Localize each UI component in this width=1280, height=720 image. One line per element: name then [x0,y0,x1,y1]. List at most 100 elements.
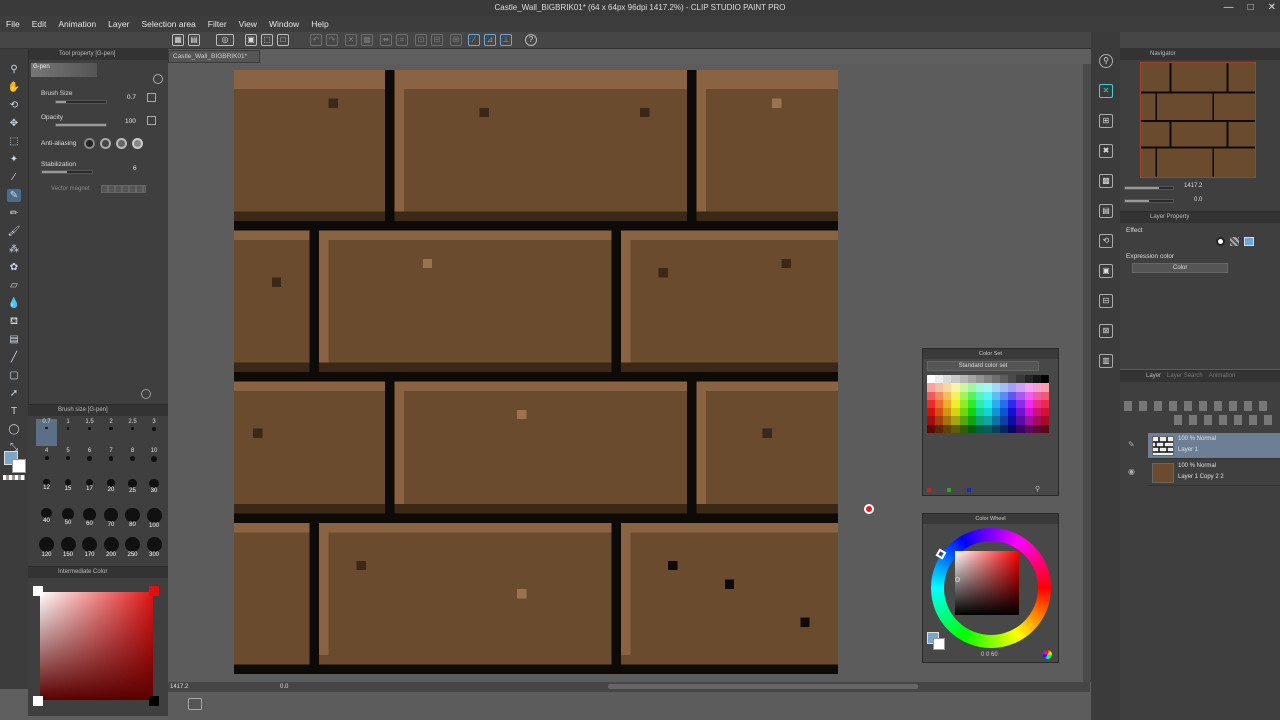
swatch-replace-icon[interactable] [947,488,951,492]
brush-size-option[interactable]: 170 [79,535,100,562]
brush-size-option[interactable]: 3 [144,419,165,446]
color-swatch[interactable] [1032,391,1041,400]
gradient-tool-icon[interactable]: ▤ [7,333,21,346]
color-swatch[interactable] [983,391,993,400]
corner-color-bottom-right[interactable] [149,696,159,706]
menu-edit[interactable]: Edit [26,16,53,32]
color-swatch[interactable] [943,391,952,400]
layer-toolbar[interactable] [1124,401,1274,411]
rotate-tool-icon[interactable]: ⟲ [7,99,21,112]
wrench-icon[interactable] [141,389,151,399]
visibility-eye-icon[interactable]: ◉ [1128,467,1135,476]
menu-help[interactable]: Help [305,16,334,32]
brush-size-option[interactable]: 40 [36,506,57,533]
menu-view[interactable]: View [233,16,263,32]
brush-size-option[interactable]: 0.7 [36,419,57,446]
color-swatch[interactable] [1008,391,1017,400]
operation-tool-icon[interactable]: ➚ [7,387,21,400]
color-swatch[interactable] [1024,424,1033,433]
color-swatch[interactable] [1000,424,1009,433]
brush-tool-icon[interactable]: 🖌 [7,225,21,238]
pencil-tool-icon[interactable]: ✏ [7,207,21,220]
menu-animation[interactable]: Animation [52,16,102,32]
color-swatch[interactable] [1032,399,1041,409]
color-swatch[interactable] [935,408,944,417]
saturation-value-square[interactable] [955,551,1019,615]
brush-size-option[interactable]: 4 [36,448,57,475]
brush-size-option[interactable]: 250 [122,535,143,562]
color-swatch[interactable] [1008,408,1017,417]
color-swatch[interactable] [983,399,993,409]
color-swatch[interactable] [927,391,936,400]
wheel-sub-color[interactable] [933,638,945,650]
color-swatch[interactable] [1008,375,1017,384]
color-swatch[interactable] [975,383,984,392]
brush-size-settings-icon[interactable] [147,93,156,102]
brush-size-option[interactable]: 8 [122,448,143,475]
color-swatch[interactable] [1024,399,1033,409]
color-swatch[interactable] [992,375,1001,384]
transparent-color-swatch[interactable] [3,475,25,480]
redo-icon[interactable]: ↷ [326,34,338,46]
color-swatch[interactable] [992,383,1001,392]
brush-size-option[interactable]: 60 [79,506,100,533]
color-swatch[interactable] [959,383,968,392]
snap-grid-icon[interactable]: ⊥ [500,34,512,46]
tab-layer-search[interactable]: Layer Search [1167,371,1203,382]
color-swatch[interactable] [1024,383,1033,392]
color-swatch[interactable] [983,383,993,392]
color-swatch[interactable] [959,424,968,433]
color-swatch[interactable] [967,383,976,392]
color-swatch[interactable] [975,391,984,400]
menu-filter[interactable]: Filter [202,16,233,32]
color-swatch[interactable] [1040,408,1049,417]
color-swatch[interactable] [975,399,984,409]
brush-size-option[interactable]: 5 [58,448,79,475]
brush-size-option[interactable]: 25 [122,477,143,504]
auto-action-icon[interactable]: ▣ [1099,264,1113,278]
color-swatch[interactable] [1032,383,1041,392]
antialias-none-button[interactable] [84,138,95,149]
color-swatch[interactable] [927,399,936,409]
color-swatch[interactable] [1032,416,1041,425]
color-mode-icon[interactable] [1043,650,1052,659]
color-swatch[interactable] [967,416,976,425]
layer-color-effect-icon[interactable] [1244,237,1254,246]
color-swatch[interactable] [1000,391,1009,400]
color-swatch[interactable] [943,408,952,417]
color-swatch[interactable] [943,383,952,392]
brush-size-option[interactable]: 1.5 [79,419,100,446]
hand-tool-icon[interactable]: ✋ [7,81,21,94]
brush-size-option[interactable]: 12 [36,477,57,504]
color-swatch[interactable] [967,399,976,409]
color-swatch[interactable] [1040,391,1049,400]
white-fill-icon[interactable]: □ [277,34,289,46]
brush-size-option[interactable]: 1 [58,419,79,446]
expression-color-select[interactable]: Color [1132,263,1228,273]
sub-color-swatch[interactable] [12,459,26,473]
color-swatch[interactable] [983,375,993,384]
move-tool-icon[interactable]: ✥ [7,117,21,130]
color-swatch[interactable] [951,416,960,425]
color-swatch[interactable] [1040,383,1049,392]
decoration-tool-icon[interactable]: ✿ [7,261,21,274]
opacity-settings-icon[interactable] [147,116,156,125]
color-swatch[interactable] [935,383,944,392]
undo-icon[interactable]: ↶ [310,34,322,46]
color-swatch[interactable] [1032,375,1041,384]
help-icon[interactable]: ? [525,34,537,46]
color-swatch-grid[interactable] [927,375,1049,433]
frame-tool-icon[interactable]: ▢ [7,369,21,382]
corner-color-top-right[interactable] [149,586,159,596]
layer-transform-icon[interactable]: ✕ [1099,84,1113,98]
vector-magnet-toggle[interactable] [101,185,146,193]
color-swatch[interactable] [992,424,1001,433]
color-swatch[interactable] [951,424,960,433]
color-swatch[interactable] [935,424,944,433]
color-swatch[interactable] [943,375,952,384]
color-swatch[interactable] [1024,416,1033,425]
figure-tool-icon[interactable]: ╱ [7,351,21,364]
color-swatch[interactable] [927,375,936,384]
antialias-weak-button[interactable] [100,138,111,149]
history-icon[interactable]: ⟲ [1099,234,1113,248]
